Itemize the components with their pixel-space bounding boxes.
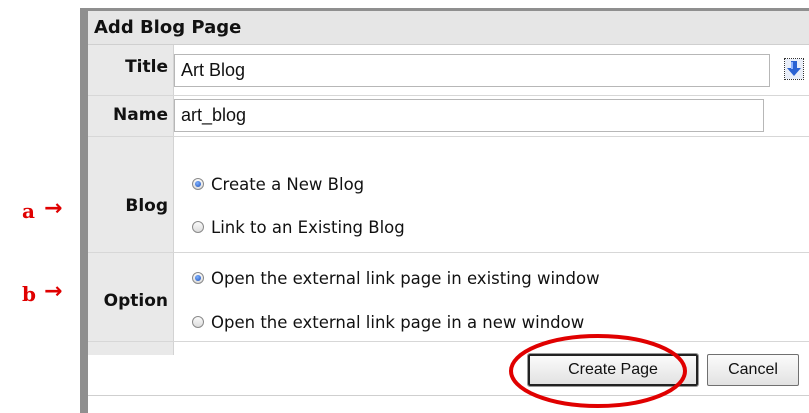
name-label: Name [113,105,168,125]
name-row: Name art_blog [88,95,809,136]
blog-option-create-new[interactable]: Create a New Blog [192,172,364,196]
option-label-text: Open the external link page in existing … [211,268,600,288]
callout-a-arrow-icon: → [44,196,63,221]
callout-a-label: a [22,199,35,223]
cancel-button[interactable]: Cancel [707,354,799,386]
footer-divider [88,395,809,396]
add-blog-page-dialog: Add Blog Page Title Art Blog Name art_bl… [80,8,809,413]
blog-label: Blog [125,196,168,216]
option-row: Option Open the external link page in ex… [88,252,809,341]
download-arrow-icon[interactable] [784,58,804,80]
blog-row: Blog Create a New Blog Link to an Existi… [88,136,809,252]
callout-b-label: b [22,282,36,306]
dialog-title: Add Blog Page [94,17,242,38]
radio-unselected-icon[interactable] [192,316,204,328]
radio-selected-icon[interactable] [192,272,204,284]
name-input[interactable]: art_blog [174,99,764,132]
option-label-text: Open the external link page in a new win… [211,312,585,332]
option-existing-window[interactable]: Open the external link page in existing … [192,266,600,290]
radio-selected-icon[interactable] [192,178,204,190]
blog-option-label: Link to an Existing Blog [211,217,405,237]
callout-b-arrow-icon: → [44,279,63,304]
blog-option-label: Create a New Blog [211,174,365,194]
title-input[interactable]: Art Blog [174,54,770,87]
highlight-ellipse [509,334,687,408]
title-row: Title Art Blog [88,45,809,95]
radio-unselected-icon[interactable] [192,221,204,233]
option-label: Option [103,291,168,311]
dialog-titlebar: Add Blog Page [88,11,809,45]
blog-option-link-existing[interactable]: Link to an Existing Blog [192,215,405,239]
row-divider [88,341,809,342]
title-label: Title [125,57,168,77]
